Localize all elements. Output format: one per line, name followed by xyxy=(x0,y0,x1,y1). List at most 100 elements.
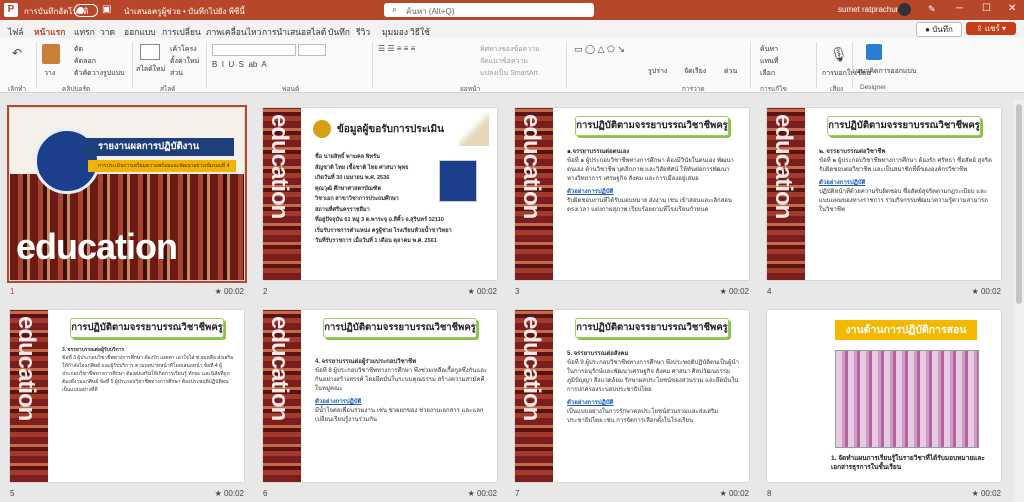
shapes-gallery[interactable]: ▭ ◯ △ ⬠ ↘ xyxy=(574,44,625,55)
quick-styles-button[interactable]: ด่วน xyxy=(724,66,737,77)
record-button-label: บันทึก xyxy=(932,25,953,34)
paragraph: มีน้ำใจต่อเพื่อนร่วมงาน เช่น ช่วยยกของ ช… xyxy=(315,408,484,423)
slide-4-canvas: education การปฏิบัติตามจรรยาบรรณวิชาชีพค… xyxy=(767,108,1001,280)
group-undo-label: เลิกทำ xyxy=(8,86,27,93)
slide-6-canvas: education การปฏิบัติตามจรรยาบรรณวิชาชีพค… xyxy=(263,310,497,482)
layout-button[interactable]: เค้าโครง xyxy=(170,44,197,55)
align-text-button[interactable]: จัดแนวข้อความ xyxy=(480,56,528,67)
font-name-dropdown[interactable] xyxy=(212,44,296,56)
new-slide-button[interactable]: สไลด์ใหม่ xyxy=(136,64,165,75)
slide-2-body: ชื่อ นายสิทธิ์ พาฆคล พิทรัน สัญชาติ ไทย … xyxy=(315,152,452,247)
example-heading: ตัวอย่างการปฏิบัติ xyxy=(315,399,362,405)
tab-insert[interactable]: แทรก xyxy=(74,25,95,39)
reset-button[interactable]: ตั้งค่าใหม่ xyxy=(170,56,199,67)
group-designer-label: Designer xyxy=(860,84,887,91)
paragraph: ข้อที่ 8 ผู้ประกอบวิชาชีพทางการศึกษา พึง… xyxy=(315,368,488,392)
section-heading: ๒. จรรยาบรรณต่อวิชาชีพ xyxy=(819,149,886,155)
section-button[interactable]: ส่วน xyxy=(170,68,183,79)
slide-7-title: การปฏิบัติตามจรรยาบรรณวิชาชีพครู xyxy=(575,318,729,338)
info-line: เกิดวันที่ 30 เมษายน พ.ศ. 2536 xyxy=(315,175,390,181)
tab-view[interactable]: มุมมอง xyxy=(382,25,408,39)
info-line: สัญชาติ ไทย เชื้อชาติ ไทย ศาสนา พุทธ xyxy=(315,164,409,171)
tab-review[interactable]: รีวิว xyxy=(356,25,370,39)
pen-icon[interactable]: ✎ xyxy=(928,4,936,15)
replace-button[interactable]: แทนที่ xyxy=(760,56,779,67)
slide-number: 3 xyxy=(515,287,520,296)
slide-4-title: การปฏิบัติตามจรรยาบรรณวิชาชีพครู xyxy=(827,116,981,136)
designer-icon[interactable] xyxy=(866,44,882,60)
slide-thumbnail-7[interactable]: education การปฏิบัติตามจรรยาบรรณวิชาชีพค… xyxy=(515,310,749,498)
tab-animations[interactable]: ภาพเคลื่อนไหว xyxy=(206,25,261,39)
font-size-dropdown[interactable] xyxy=(298,44,326,56)
slide-duration: ★ 00:02 xyxy=(214,287,244,296)
autosave-toggle[interactable] xyxy=(74,4,98,17)
slide-5-canvas: education การปฏิบัติตามจรรยาบรรณวิชาชีพค… xyxy=(10,310,244,482)
find-button[interactable]: ค้นหา xyxy=(760,44,778,55)
avatar[interactable] xyxy=(898,3,911,16)
paste-icon[interactable] xyxy=(42,44,60,64)
slide-thumbnail-2[interactable]: education ข้อมูลผู้ขอรับการประเมิน ชื่อ … xyxy=(263,108,497,296)
slide-thumbnail-4[interactable]: education การปฏิบัติตามจรรยาบรรณวิชาชีพค… xyxy=(767,108,1001,296)
slide-thumbnail-8[interactable]: งานด้านการปฏิบัติการสอน 1. จัดทำแผนการเร… xyxy=(767,310,1001,498)
slide-5-bookshelf: education xyxy=(10,310,48,482)
undo-icon[interactable]: ↶ xyxy=(12,46,22,60)
tab-draw[interactable]: วาด xyxy=(100,25,115,39)
new-slide-icon[interactable] xyxy=(140,44,160,60)
search-box[interactable]: ⌕ ค้นหา (Alt+Q) xyxy=(384,3,594,17)
maximize-icon[interactable]: ☐ xyxy=(982,3,991,14)
paste-button[interactable]: วาง xyxy=(44,68,55,79)
paragraph: ปฏิบัติหน้าที่ด้วยความรับผิดชอบ ซื่อสัตย… xyxy=(819,189,988,213)
smartart-button[interactable]: แปลงเป็น SmartArt xyxy=(480,68,538,79)
font-format-buttons[interactable]: B I U S ab A xyxy=(212,60,267,69)
paragraph: ข้อที่ ๑ ผู้ประกอบวิชาชีพทางการศึกษา ต้อ… xyxy=(567,158,734,182)
tab-transitions[interactable]: การเปลี่ยน xyxy=(162,25,201,39)
shapes-button[interactable]: รูปร่าง xyxy=(648,66,667,77)
paragraph-buttons[interactable]: ☰ ☰ ≡ ≡ ≡ xyxy=(378,44,415,53)
tab-home[interactable]: หน้าแรก xyxy=(34,25,66,43)
copy-button[interactable]: คัดลอก xyxy=(74,56,96,67)
info-line: เริ่มรับราชการตำแหน่ง ครูผู้ช่วย โรงเรีย… xyxy=(315,227,452,234)
ribbon: ↶ เลิกทำ วาง ตัด คัดลอก ตัวคัดวางรูปแบบ … xyxy=(0,38,1024,93)
slide-7-canvas: education การปฏิบัติตามจรรยาบรรณวิชาชีพค… xyxy=(515,310,749,482)
slide-thumbnail-3[interactable]: education การปฏิบัติตามจรรยาบรรณวิชาชีพค… xyxy=(515,108,749,296)
arrange-button[interactable]: จัดเรียง xyxy=(684,66,706,77)
save-icon[interactable]: ▣ xyxy=(102,4,111,15)
slide-3-body: ๑.จรรยาบรรณต่อตนเอง ข้อที่ ๑ ผู้ประกอบวิ… xyxy=(567,148,741,215)
record-button[interactable]: ● บันทึก xyxy=(916,22,962,37)
cut-button[interactable]: ตัด xyxy=(74,44,83,55)
example-heading: ตัวอย่างการปฏิบัติ xyxy=(567,189,614,195)
share-button[interactable]: ⇪ แชร์ ▾ xyxy=(966,22,1016,35)
group-voice-label: เสียง xyxy=(830,86,844,93)
section-heading: 5. จรรยาบรรณต่อสังคม xyxy=(567,351,629,357)
design-ideas-button[interactable]: แนวคิดการออกแบบ xyxy=(856,66,916,77)
tab-design[interactable]: ออกแบบ xyxy=(124,25,156,39)
title-bar: P การบันทึกอัตโนมัติ ▣ นำเสนอครูผู้ช่วย … xyxy=(0,0,1024,20)
scrollbar-thumb[interactable] xyxy=(1016,104,1022,304)
slide-6-bookshelf: education xyxy=(263,310,301,482)
slide-duration: ★ 00:02 xyxy=(971,287,1001,296)
document-title[interactable]: นำเสนอครูผู้ช่วย • บันทึกไปยัง พีซีนี้ xyxy=(124,5,245,18)
slide-duration: ★ 00:02 xyxy=(719,489,749,498)
microphone-icon[interactable]: 🎙 xyxy=(830,46,848,63)
slide-1-education-word: education xyxy=(16,226,178,267)
tab-record[interactable]: บันทึก xyxy=(328,25,350,39)
select-button[interactable]: เลือก xyxy=(760,68,775,79)
slide-8-title: งานด้านการปฏิบัติการสอน xyxy=(835,320,977,340)
format-painter-button[interactable]: ตัวคัดวางรูปแบบ xyxy=(74,68,125,79)
slide-1-title-box: รายงานผลการปฏิบัติงาน xyxy=(84,138,234,156)
tab-slideshow[interactable]: การนำเสนอสไลด์ xyxy=(262,25,326,39)
close-icon[interactable]: ✕ xyxy=(1008,3,1016,14)
tab-file[interactable]: ไฟล์ xyxy=(8,25,24,39)
search-icon: ⌕ xyxy=(392,4,398,14)
slide-1-canvas: รายงานผลการปฏิบัติงาน การประเมินการเตรีย… xyxy=(7,105,247,283)
slide-1-title: รายงานผลการปฏิบัติงาน xyxy=(98,141,200,152)
section-heading: 3. จรรยาบรรณต่อผู้รับบริการ xyxy=(62,347,125,353)
slide-thumbnail-5[interactable]: education การปฏิบัติตามจรรยาบรรณวิชาชีพค… xyxy=(10,310,244,498)
vertical-scrollbar[interactable] xyxy=(1014,100,1024,502)
text-direction-button[interactable]: ทิศทางของข้อความ xyxy=(480,44,540,55)
minimize-icon[interactable]: ─ xyxy=(956,3,963,14)
slide-duration: ★ 00:02 xyxy=(467,287,497,296)
tab-help[interactable]: วิธีใช้ xyxy=(410,25,430,39)
slide-thumbnail-6[interactable]: education การปฏิบัติตามจรรยาบรรณวิชาชีพค… xyxy=(263,310,497,498)
slide-thumbnail-1[interactable]: รายงานผลการปฏิบัติงาน การประเมินการเตรีย… xyxy=(7,105,247,296)
